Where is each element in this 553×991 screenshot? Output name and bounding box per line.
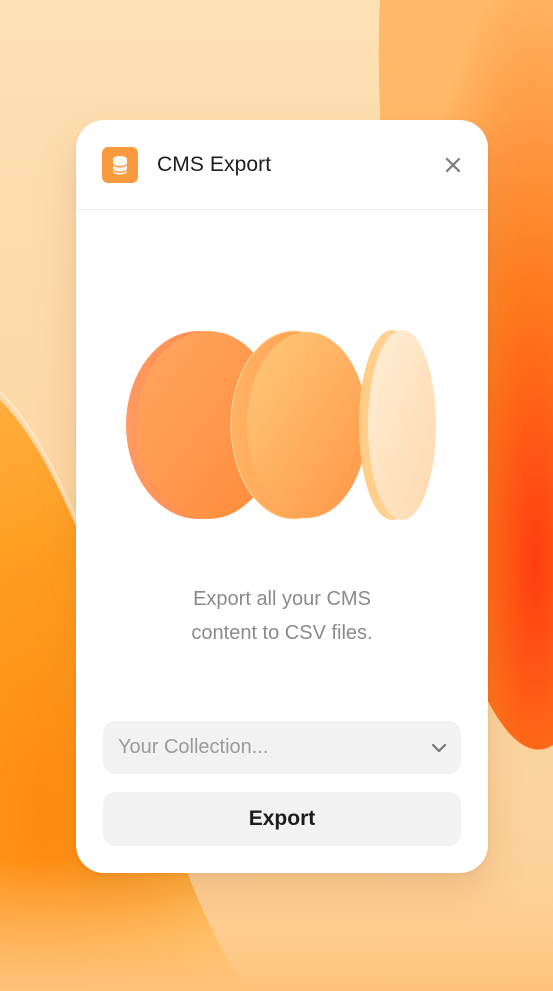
close-button[interactable] — [438, 150, 468, 180]
collection-select-placeholder: Your Collection... — [118, 736, 269, 758]
close-icon — [445, 157, 461, 173]
chevron-down-icon — [431, 743, 447, 753]
export-description: Export all your CMS content to CSV files… — [116, 582, 448, 650]
collection-select[interactable]: Your Collection... — [103, 721, 461, 774]
dialog-header: CMS Export — [76, 120, 488, 210]
stacked-discs-illustration — [76, 210, 488, 550]
export-button[interactable]: Export — [103, 792, 461, 846]
description-line: Export all your CMS — [193, 588, 371, 610]
database-icon — [102, 147, 138, 183]
dialog-title: CMS Export — [157, 153, 272, 176]
cms-export-dialog: CMS Export Export all your CMS content t… — [76, 120, 488, 873]
description-line: content to CSV files. — [191, 622, 373, 644]
